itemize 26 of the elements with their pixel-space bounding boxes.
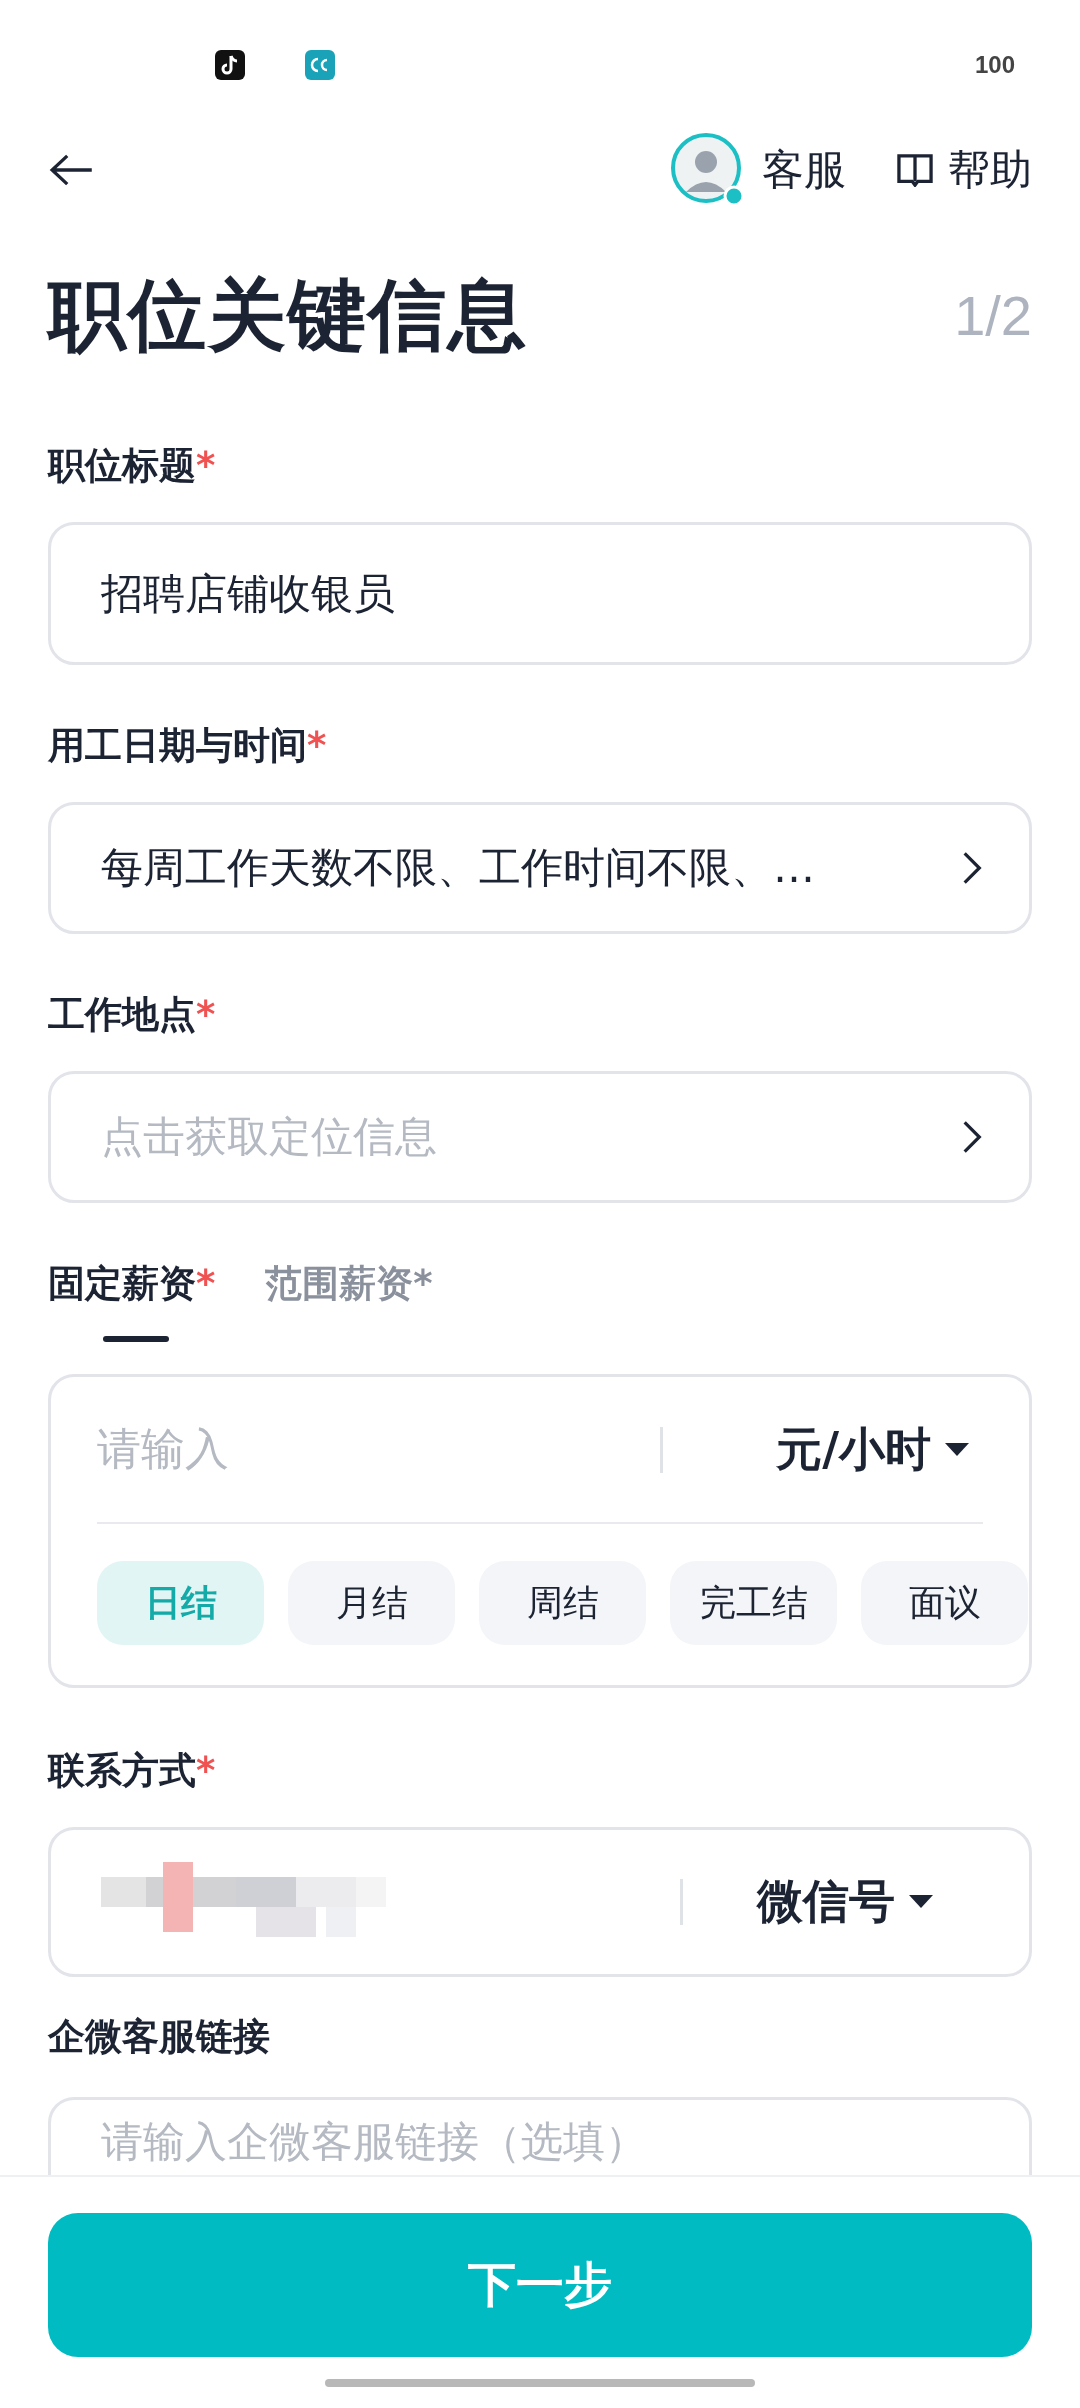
field-label: 用工日期与时间* — [48, 723, 328, 769]
caret-icon — [909, 1895, 933, 1909]
text-field[interactable]: 招聘店铺收银员 — [48, 522, 1032, 665]
field-label: 联系方式* — [48, 1748, 217, 1794]
contact-type-dropdown[interactable]: 微信号 — [683, 1871, 983, 1933]
pay-cycle-chip[interactable]: 面议 — [861, 1561, 1028, 1645]
contact-field[interactable]: 微信号 — [48, 1827, 1032, 1977]
customer-service-button[interactable]: 客服 — [670, 132, 846, 208]
step-counter: 1/2 — [954, 282, 1032, 348]
field-label: 职位标题* — [48, 443, 217, 489]
book-icon — [896, 153, 934, 187]
caret-icon — [945, 1442, 969, 1457]
field-label: 企微客服链接 — [48, 2014, 271, 2060]
unit-dropdown[interactable]: 元/小时 — [663, 1418, 983, 1481]
music-app-icon — [215, 50, 245, 80]
pay-cycle-chip[interactable]: 周结 — [479, 1561, 646, 1645]
page-title: 职位关键信息 — [48, 269, 528, 362]
back-icon[interactable] — [48, 153, 94, 187]
field-label: 工作地点* — [48, 992, 217, 1038]
salary-tab[interactable]: 固定薪资* — [48, 1258, 216, 1342]
pay-cycle-chip[interactable]: 月结 — [288, 1561, 455, 1645]
pay-cycle-chip[interactable]: 完工结 — [670, 1561, 837, 1645]
battery-level: 100 — [974, 51, 1015, 79]
select-field[interactable]: 每周工作天数不限、工作时间不限、… — [48, 802, 1032, 934]
help-button[interactable]: 帮助 — [896, 142, 1032, 198]
app-icon — [305, 50, 335, 80]
